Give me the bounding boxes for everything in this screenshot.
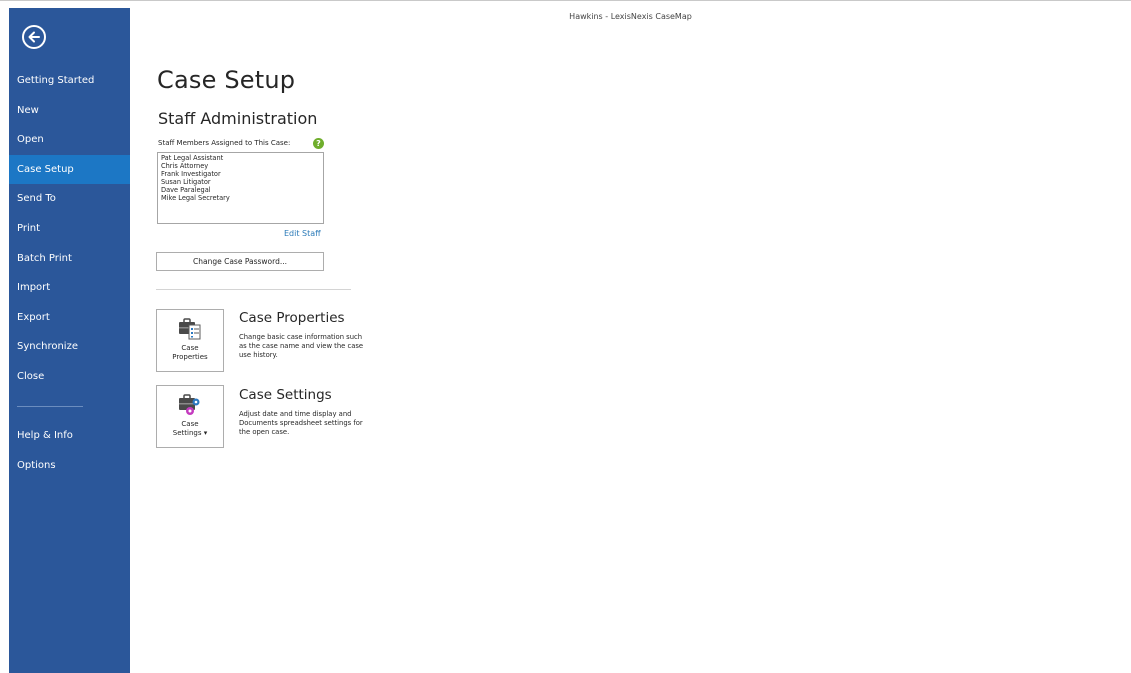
sidebar-item-export[interactable]: Export [9, 303, 130, 333]
tile-label-line: Properties [172, 353, 208, 361]
sidebar-item-getting-started[interactable]: Getting Started [9, 66, 130, 96]
sidebar-item-import[interactable]: Import [9, 273, 130, 303]
case-properties-description: Change basic case information such as th… [239, 333, 364, 359]
sidebar-item-options[interactable]: Options [9, 451, 130, 481]
page-title: Case Setup [157, 66, 296, 94]
case-properties-tile-label: Case Properties [157, 344, 223, 362]
case-settings-tile-label: Case Settings ▾ [157, 420, 223, 438]
sidebar-item-open[interactable]: Open [9, 125, 130, 155]
sidebar-item-send-to[interactable]: Send To [9, 184, 130, 214]
tile-label-line: Case [181, 420, 199, 428]
sidebar-item-close[interactable]: Close [9, 362, 130, 392]
sidebar-item-case-setup[interactable]: Case Setup [9, 154, 130, 185]
sidebar-item-new[interactable]: New [9, 96, 130, 126]
sidebar-nav: Getting Started New Open Case Setup Send… [9, 66, 130, 480]
backstage-sidebar: Getting Started New Open Case Setup Send… [9, 8, 130, 673]
window-top-border [0, 0, 1131, 8]
tile-label-line: Settings ▾ [172, 429, 208, 437]
staff-members-list[interactable]: Pat Legal Assistant Chris Attorney Frank… [157, 152, 324, 224]
sidebar-divider [9, 392, 130, 422]
case-properties-icon [177, 316, 203, 344]
staff-list-label: Staff Members Assigned to This Case: [158, 139, 291, 147]
staff-administration-heading: Staff Administration [158, 109, 318, 128]
section-divider [156, 289, 351, 290]
case-properties-title: Case Properties [239, 310, 345, 326]
change-case-password-button[interactable]: Change Case Password... [156, 252, 324, 271]
case-settings-title: Case Settings [239, 387, 332, 403]
sidebar-item-batch-print[interactable]: Batch Print [9, 244, 130, 274]
edit-staff-link[interactable]: Edit Staff [284, 229, 321, 238]
case-properties-button[interactable]: Case Properties [156, 309, 224, 372]
tile-label-line: Case [181, 344, 199, 352]
list-item[interactable]: Mike Legal Secretary [161, 194, 320, 203]
case-settings-description: Adjust date and time display and Documen… [239, 410, 363, 436]
window-title: Hawkins - LexisNexis CaseMap [569, 12, 692, 21]
sidebar-item-synchronize[interactable]: Synchronize [9, 332, 130, 362]
case-settings-button[interactable]: Case Settings ▾ [156, 385, 224, 448]
sidebar-item-help-info[interactable]: Help & Info [9, 421, 130, 451]
back-arrow-icon[interactable] [22, 25, 46, 49]
help-icon[interactable]: ? [313, 138, 324, 149]
case-settings-icon [177, 392, 203, 420]
sidebar-item-print[interactable]: Print [9, 214, 130, 244]
